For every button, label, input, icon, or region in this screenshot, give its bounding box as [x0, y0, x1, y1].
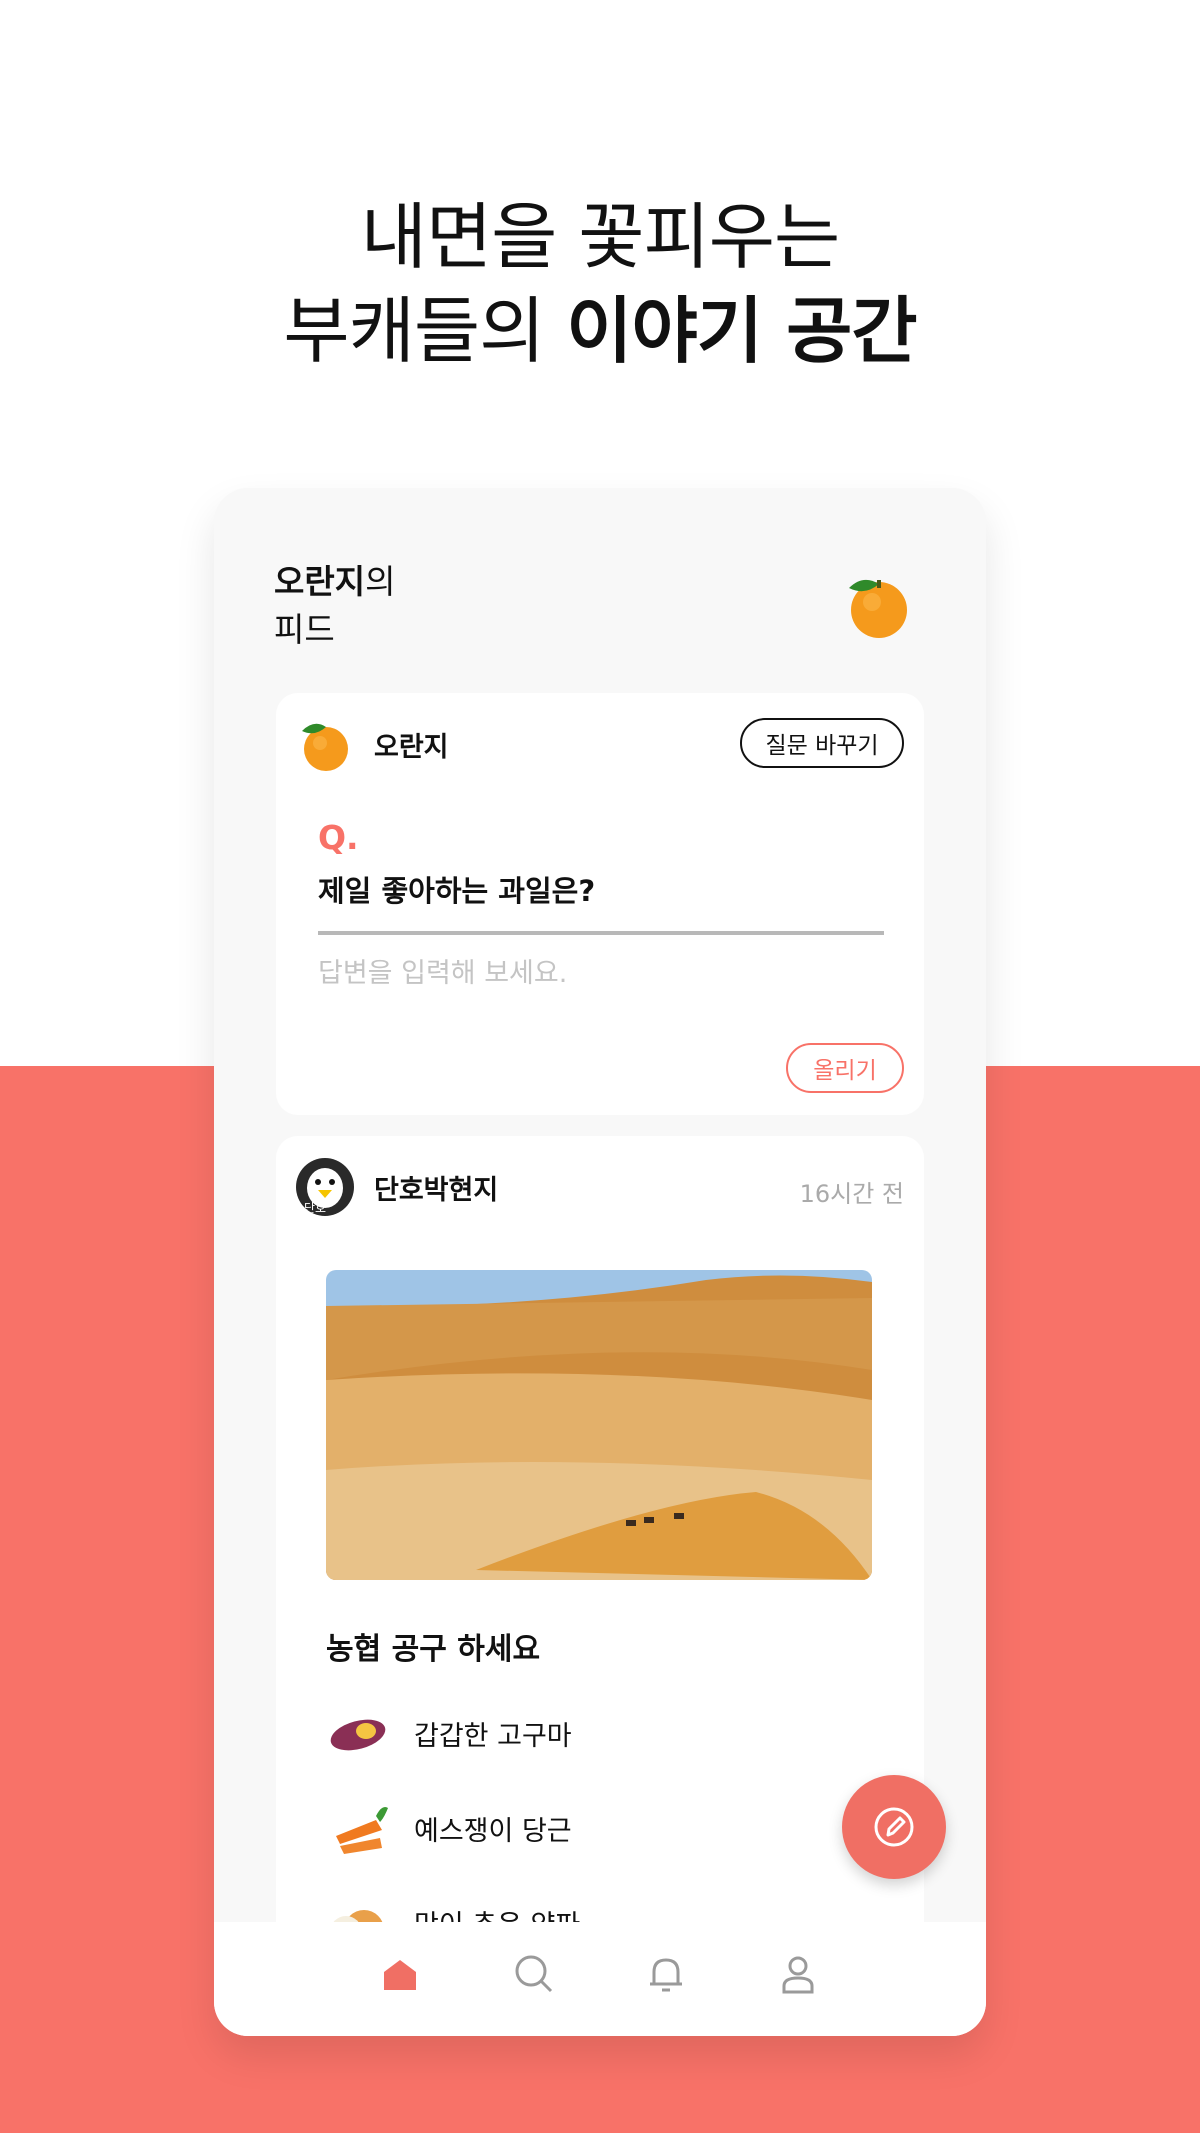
question-divider — [318, 931, 884, 935]
desert-dunes-image[interactable] — [326, 1270, 872, 1580]
post-answer-button[interactable]: 올리기 — [786, 1043, 904, 1093]
list-item: 예스쟁이 당근 — [326, 1796, 572, 1860]
nav-profile[interactable] — [774, 1950, 822, 1998]
penguin-avatar[interactable]: 단호 — [296, 1158, 354, 1216]
change-question-button[interactable]: 질문 바꾸기 — [740, 718, 904, 768]
nav-search[interactable] — [510, 1950, 558, 1998]
avatar-caption: 단호 — [304, 1201, 326, 1215]
feed-title-line2: 피드 — [274, 610, 335, 649]
headline-line2-regular: 부캐들의 — [283, 289, 567, 373]
answer-input[interactable] — [318, 958, 878, 989]
headline-line2: 부캐들의 이야기 공간 — [0, 284, 1200, 378]
write-icon — [874, 1807, 914, 1847]
post-title: 농협 공구 하세요 — [326, 1632, 541, 1667]
bell-icon — [650, 1958, 682, 1992]
headline-line1: 내면을 꽃피우는 — [360, 195, 841, 279]
feed-owner-name: 오란지 — [274, 562, 366, 601]
write-post-button[interactable] — [842, 1775, 946, 1879]
list-item: 갑갑한 고구마 — [326, 1701, 572, 1765]
search-icon — [515, 1955, 553, 1993]
carrot-icon — [326, 1796, 390, 1860]
nav-notifications[interactable] — [642, 1950, 690, 1998]
orange-icon[interactable] — [296, 715, 354, 773]
post-time: 16시간 전 — [799, 1180, 904, 1208]
question-label: Q. — [318, 818, 359, 857]
headline-line2-bold: 이야기 공간 — [566, 289, 917, 373]
person-icon — [782, 1956, 814, 1994]
bottom-nav — [214, 1922, 986, 2036]
question-card-user: 오란지 — [296, 715, 449, 773]
feed-title-line1: 오란지의 — [274, 558, 395, 606]
nav-home[interactable] — [376, 1950, 424, 1998]
question-text: 제일 좋아하는 과일은? — [318, 874, 596, 908]
feed-title: 오란지의 피드 — [274, 558, 395, 654]
feed-owner-suffix: 의 — [365, 562, 396, 601]
sweet-potato-icon — [326, 1701, 390, 1765]
headline: 내면을 꽃피우는 부캐들의 이야기 공간 — [0, 190, 1200, 378]
question-card-username[interactable]: 오란지 — [374, 725, 449, 764]
question-card: 오란지 질문 바꾸기 Q. 제일 좋아하는 과일은? 올리기 — [276, 693, 924, 1115]
orange-icon[interactable] — [841, 568, 913, 640]
home-icon — [384, 1960, 416, 1990]
post-card-username[interactable]: 단호박현지 — [374, 1168, 498, 1207]
post-card: 단호 단호박현지 16시간 전 농협 공구 하세요 갑갑한 고구마 예스쟁이 당… — [276, 1136, 924, 2036]
list-item-label: 예스쟁이 당근 — [414, 1815, 572, 1847]
list-item-label: 갑갑한 고구마 — [414, 1720, 572, 1752]
post-card-user: 단호 단호박현지 — [296, 1158, 498, 1216]
